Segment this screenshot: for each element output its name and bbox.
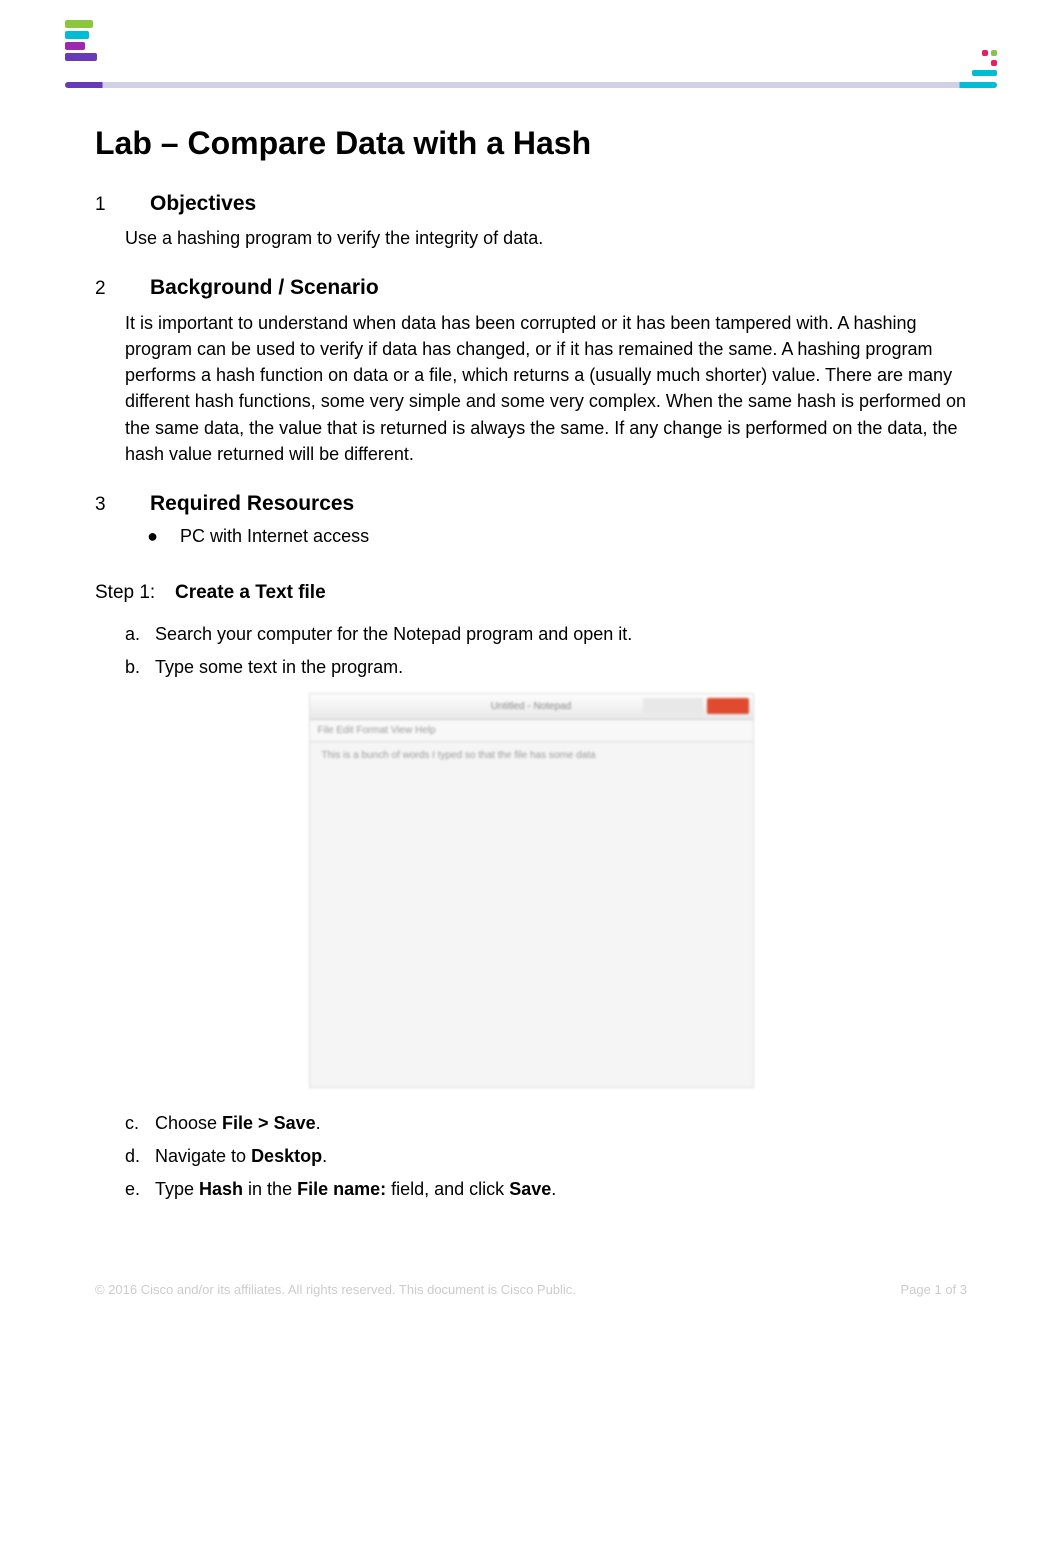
item-text: Search your computer for the Notepad pro… (155, 624, 632, 645)
page-title: Lab – Compare Data with a Hash (95, 125, 967, 162)
logo-right (972, 50, 997, 76)
notepad-screenshot: Untitled - Notepad File Edit Format View… (309, 693, 754, 1088)
resource-text: PC with Internet access (180, 526, 369, 547)
item-text: Type some text in the program. (155, 657, 403, 678)
item-text: Navigate to Desktop. (155, 1146, 327, 1167)
resource-bullet: ● PC with Internet access (125, 526, 967, 547)
section-number: 1 (95, 194, 150, 216)
step-item-c: c. Choose File > Save. (125, 1113, 967, 1134)
step-1-header: Step 1: Create a Text file (95, 582, 967, 604)
step-item-b: b. Type some text in the program. (125, 657, 967, 678)
page-footer: © 2016 Cisco and/or its affiliates. All … (95, 1282, 967, 1297)
window-minmax-icon (643, 698, 703, 714)
section-number: 2 (95, 278, 150, 300)
step-title: Create a Text file (175, 582, 326, 604)
item-letter: b. (125, 657, 155, 678)
section-title: Required Resources (150, 492, 354, 516)
step-item-e: e. Type Hash in the File name: field, an… (125, 1179, 967, 1200)
item-letter: d. (125, 1146, 155, 1167)
step-item-a: a. Search your computer for the Notepad … (125, 624, 967, 645)
background-body: It is important to understand when data … (125, 310, 967, 467)
item-letter: a. (125, 624, 155, 645)
step-label: Step 1: (95, 582, 175, 604)
logo-left (65, 20, 97, 61)
step-item-d: d. Navigate to Desktop. (125, 1146, 967, 1167)
screenshot-content: This is a bunch of words I typed so that… (310, 742, 753, 769)
footer-page-number: Page 1 of 3 (901, 1282, 968, 1297)
item-letter: e. (125, 1179, 155, 1200)
objectives-body: Use a hashing program to verify the inte… (125, 226, 967, 251)
bullet-icon: ● (125, 526, 180, 547)
item-letter: c. (125, 1113, 155, 1134)
header-divider (65, 82, 997, 88)
section-background-header: 2 Background / Scenario (95, 276, 967, 300)
section-number: 3 (95, 494, 150, 516)
document-header (95, 20, 967, 90)
item-text: Choose File > Save. (155, 1113, 321, 1134)
screenshot-titlebar: Untitled - Notepad (310, 694, 753, 720)
section-title: Background / Scenario (150, 276, 379, 300)
section-title: Objectives (150, 192, 256, 216)
footer-copyright: © 2016 Cisco and/or its affiliates. All … (95, 1282, 576, 1297)
screenshot-menubar: File Edit Format View Help (310, 720, 753, 742)
section-objectives-header: 1 Objectives (95, 192, 967, 216)
section-resources-header: 3 Required Resources (95, 492, 967, 516)
item-text: Type Hash in the File name: field, and c… (155, 1179, 556, 1200)
window-close-icon (707, 698, 749, 714)
